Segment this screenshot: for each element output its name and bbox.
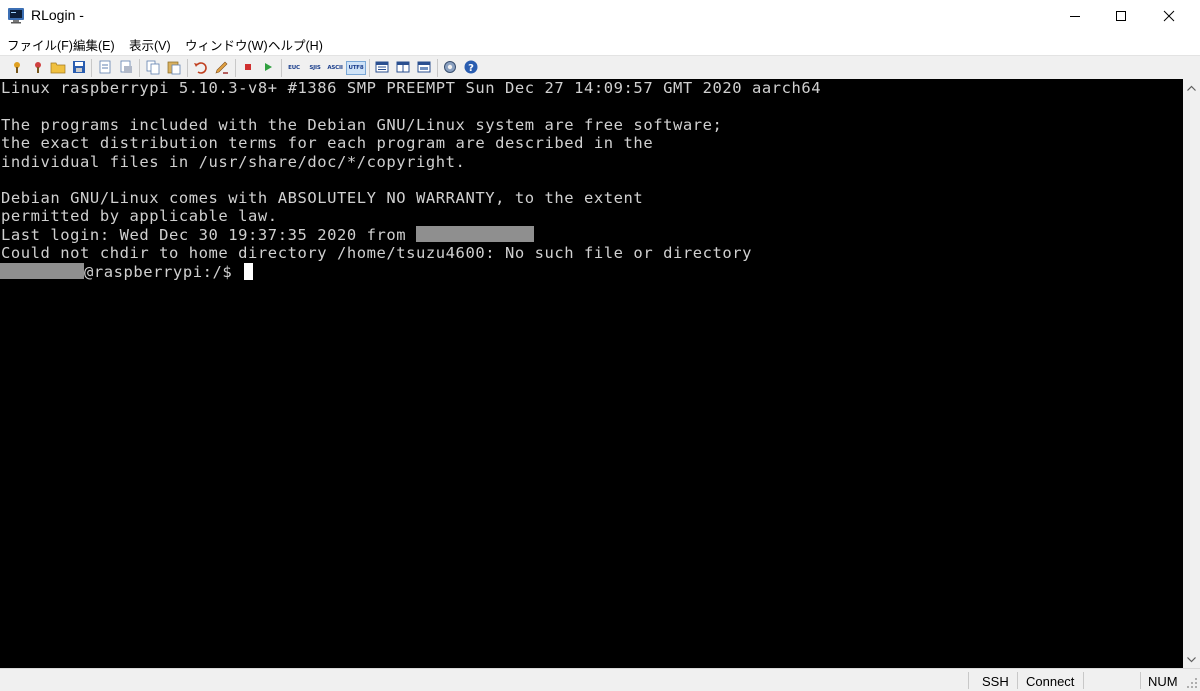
redacted-host bbox=[416, 226, 535, 242]
maximize-icon bbox=[1116, 10, 1126, 21]
menu-bar: ファイル(F) 編集(E) 表示(V) ウィンドウ(W) ヘルプ(H) bbox=[0, 31, 1200, 55]
play-icon[interactable] bbox=[260, 59, 276, 75]
toolbar-separator bbox=[235, 59, 236, 77]
toolbar-separator bbox=[369, 59, 370, 77]
chevron-up-icon bbox=[1187, 85, 1196, 91]
status-separator bbox=[1017, 672, 1018, 689]
save-icon[interactable] bbox=[71, 59, 87, 75]
view-2-icon[interactable] bbox=[395, 59, 411, 75]
status-numlock: NUM bbox=[1148, 674, 1178, 689]
print-icon[interactable] bbox=[118, 59, 134, 75]
settings-icon[interactable] bbox=[442, 59, 458, 75]
terminal-line: individual files in /usr/share/doc/*/cop… bbox=[1, 153, 466, 171]
document-icon[interactable] bbox=[97, 59, 113, 75]
terminal-line: Debian GNU/Linux comes with ABSOLUTELY N… bbox=[1, 189, 644, 207]
terminal-line: permitted by applicable law. bbox=[1, 207, 278, 225]
scroll-up-button[interactable] bbox=[1183, 79, 1200, 96]
chevron-down-icon bbox=[1187, 656, 1196, 662]
copy-icon[interactable] bbox=[145, 59, 161, 75]
status-bar: SSH Connect NUM bbox=[0, 668, 1200, 691]
toolbar-separator bbox=[91, 59, 92, 77]
window-title: RLogin - bbox=[31, 7, 84, 23]
connect-icon[interactable] bbox=[30, 59, 46, 75]
vertical-scrollbar[interactable] bbox=[1183, 79, 1200, 668]
maximize-button[interactable] bbox=[1098, 0, 1144, 31]
status-protocol: SSH bbox=[982, 674, 1009, 689]
terminal-line: The programs included with the Debian GN… bbox=[1, 116, 723, 134]
undo-icon[interactable] bbox=[193, 59, 209, 75]
minimize-icon bbox=[1070, 15, 1080, 17]
svg-text:?: ? bbox=[468, 63, 474, 74]
edit-icon[interactable] bbox=[214, 59, 230, 75]
terminal-line: the exact distribution terms for each pr… bbox=[1, 134, 654, 152]
menu-window[interactable]: ウィンドウ(W) bbox=[185, 35, 268, 54]
status-connection: Connect bbox=[1026, 674, 1075, 689]
terminal-line: Linux raspberrypi 5.10.3-v8+ #1386 SMP P… bbox=[1, 79, 822, 97]
stop-icon[interactable] bbox=[240, 59, 256, 75]
scroll-down-button[interactable] bbox=[1183, 651, 1200, 668]
toolbar-separator bbox=[187, 59, 188, 77]
view-1-icon[interactable] bbox=[374, 59, 390, 75]
view-3-icon[interactable] bbox=[416, 59, 432, 75]
toolbar: EUC SJIS ASCII UTF8 ? bbox=[0, 55, 1200, 79]
menu-help[interactable]: ヘルプ(H) bbox=[268, 35, 323, 54]
help-icon[interactable]: ? bbox=[463, 59, 479, 75]
prompt-line: @raspberrypi:/$ bbox=[0, 263, 254, 282]
status-separator bbox=[968, 672, 969, 689]
text-cursor bbox=[244, 263, 254, 280]
toolbar-separator bbox=[437, 59, 438, 77]
minimize-button[interactable] bbox=[1052, 0, 1098, 31]
status-separator bbox=[1140, 672, 1141, 689]
menu-file[interactable]: ファイル(F) bbox=[7, 35, 73, 54]
close-button[interactable] bbox=[1146, 0, 1192, 31]
menu-view[interactable]: 表示(V) bbox=[129, 35, 171, 54]
encoding-euc-button[interactable]: EUC bbox=[285, 62, 303, 74]
paste-icon[interactable] bbox=[166, 59, 182, 75]
last-login-text: Last login: Wed Dec 30 19:37:35 2020 fro… bbox=[1, 226, 417, 244]
title-bar: RLogin - bbox=[0, 0, 1200, 31]
encoding-utf8-button[interactable]: UTF8 bbox=[346, 61, 366, 75]
terminal-line: Could not chdir to home directory /home/… bbox=[1, 244, 753, 262]
resize-grip-icon[interactable] bbox=[1186, 677, 1198, 689]
encoding-sjis-button[interactable]: SJIS bbox=[306, 62, 324, 74]
new-connection-icon[interactable] bbox=[9, 59, 25, 75]
rlogin-app-icon bbox=[8, 8, 24, 24]
close-icon bbox=[1163, 10, 1175, 21]
open-folder-icon[interactable] bbox=[50, 59, 66, 75]
toolbar-separator bbox=[139, 59, 140, 77]
toolbar-separator bbox=[281, 59, 282, 77]
menu-edit[interactable]: 編集(E) bbox=[73, 35, 115, 54]
status-separator bbox=[1083, 672, 1084, 689]
encoding-ascii-button[interactable]: ASCII bbox=[326, 62, 344, 74]
shell-prompt: @raspberrypi:/$ bbox=[84, 263, 243, 281]
last-login-line: Last login: Wed Dec 30 19:37:35 2020 fro… bbox=[1, 226, 535, 245]
redacted-username bbox=[0, 263, 84, 279]
terminal-screen[interactable]: Linux raspberrypi 5.10.3-v8+ #1386 SMP P… bbox=[0, 79, 1183, 668]
